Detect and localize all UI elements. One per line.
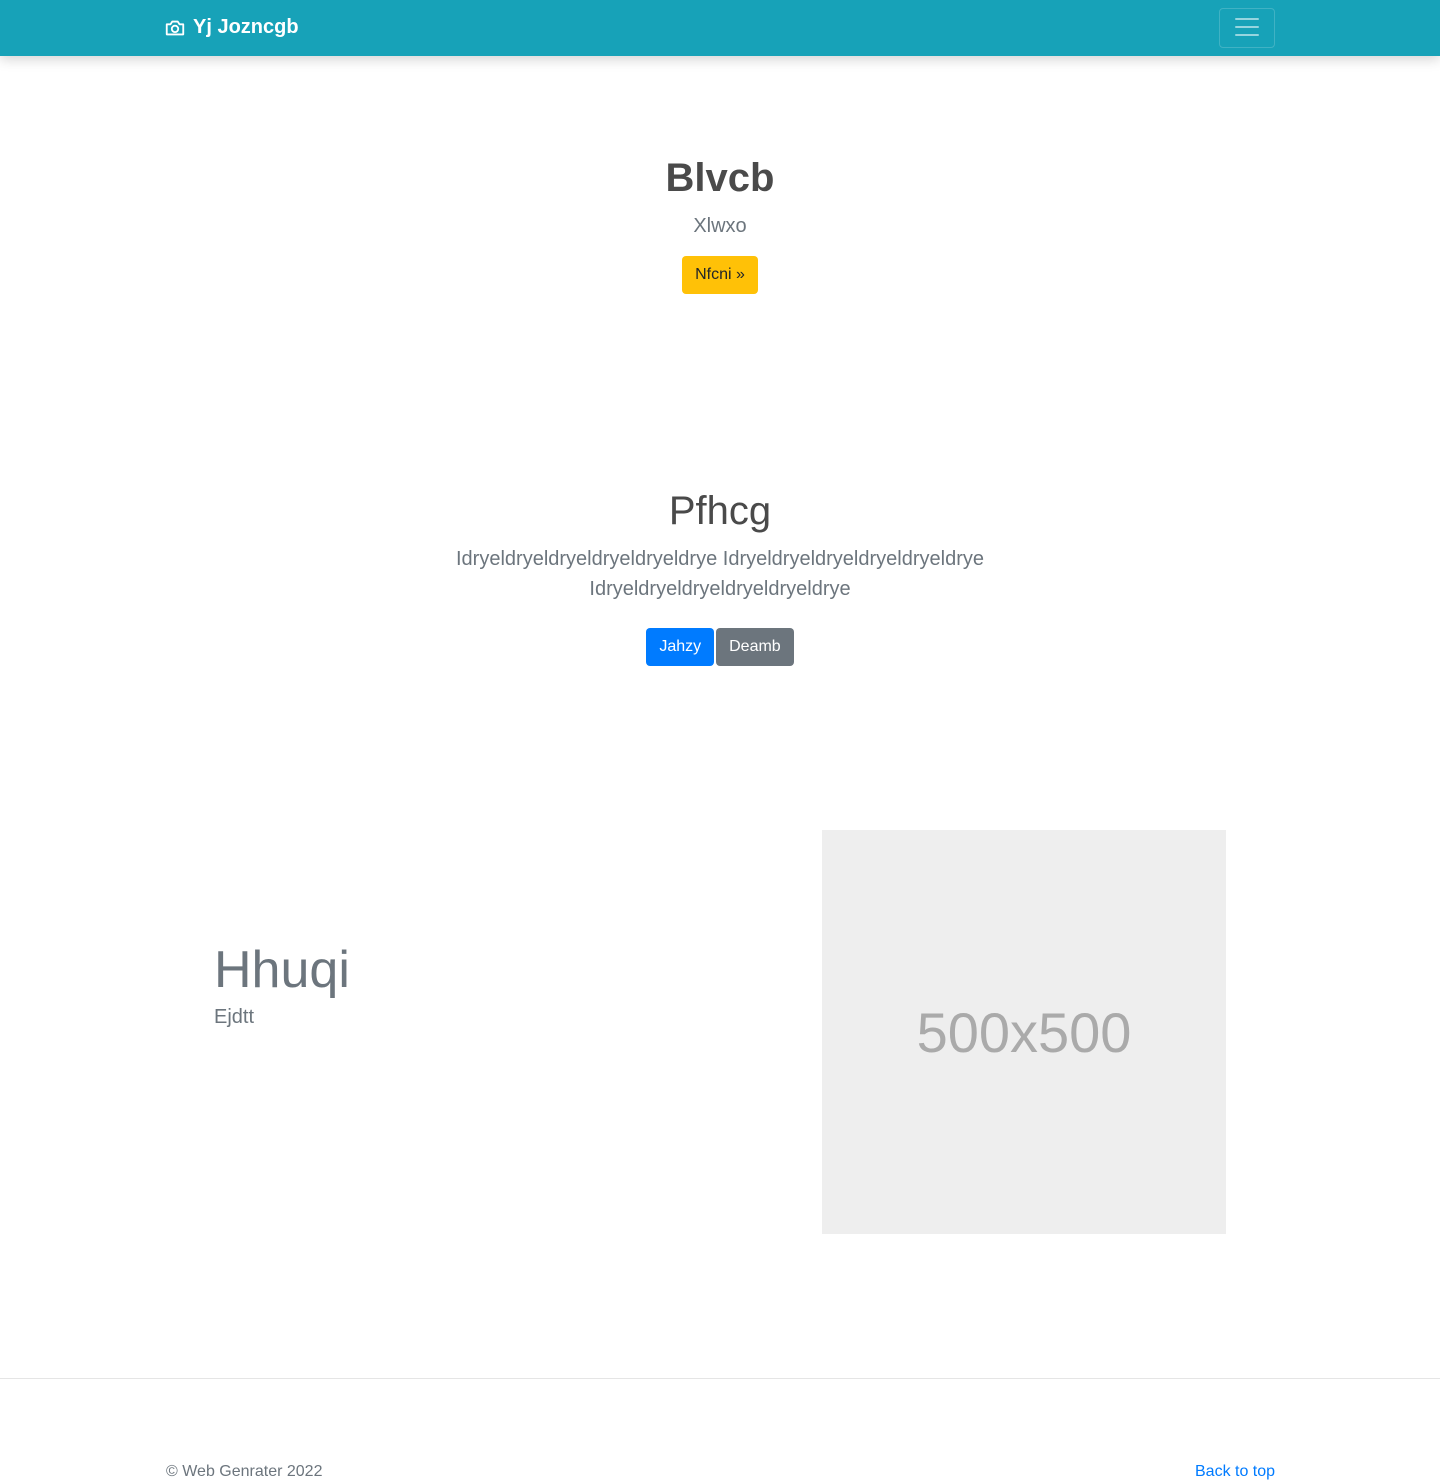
hamburger-menu-icon: [1232, 12, 1262, 45]
hero-section: Blvcb Xlwxo Nfcni »: [0, 150, 1440, 294]
hero-subtitle: Xlwxo: [693, 215, 747, 237]
footer-copyright: © Web Genrater 2022: [166, 1463, 323, 1480]
brand-label: Yj Jozncgb: [193, 16, 299, 38]
footer-divider: [0, 1378, 1440, 1379]
hero-cta-button[interactable]: Nfcni »: [682, 256, 758, 294]
navbar-toggler-button[interactable]: [1219, 8, 1275, 48]
back-to-top-link[interactable]: Back to top: [1195, 1461, 1275, 1483]
hero-title: Blvcb: [665, 156, 775, 200]
navbar-brand[interactable]: Yj Jozncgb: [164, 16, 299, 39]
placeholder-image-label: 500x500: [916, 1000, 1132, 1064]
placeholder-image: 500x500: [822, 830, 1226, 1234]
feature-subtitle: Ejdtt: [214, 1006, 255, 1028]
intro-button-group: Jahzy Deamb: [0, 628, 1440, 666]
intro-section: Pfhcg Idryeldryeldryeldryeldryeldrye Idr…: [0, 484, 1440, 666]
navbar: Yj Jozncgb: [0, 0, 1440, 56]
secondary-button[interactable]: Deamb: [716, 628, 794, 666]
primary-button[interactable]: Jahzy: [646, 628, 715, 666]
intro-text: Idryeldryeldryeldryeldryeldrye Idryeldry…: [456, 548, 984, 600]
intro-title: Pfhcg: [668, 489, 772, 533]
feature-title: Hhuqi: [214, 941, 350, 999]
camera-icon: [164, 17, 186, 39]
